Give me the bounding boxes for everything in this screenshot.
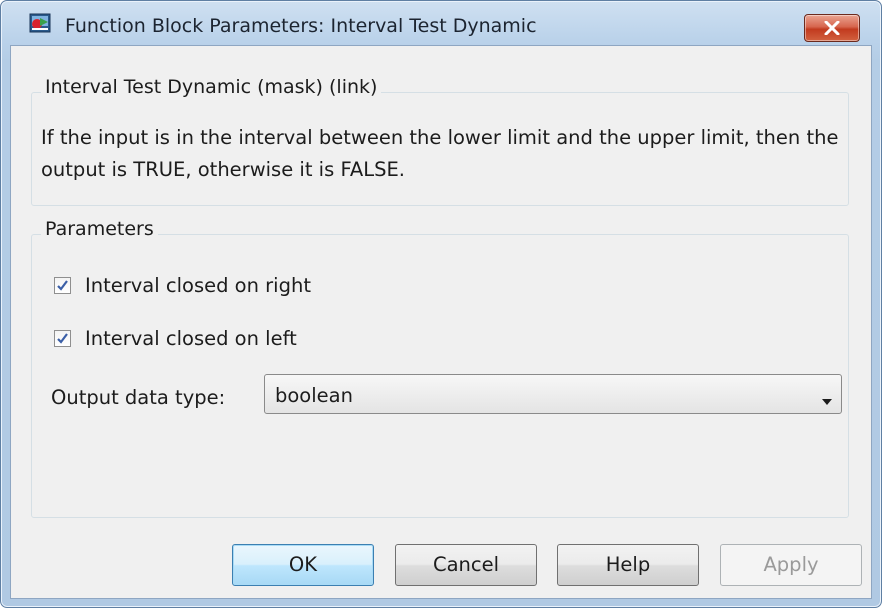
simulink-block-icon [29, 12, 51, 34]
interval-closed-right-checkbox[interactable] [54, 277, 71, 294]
interval-closed-right-label[interactable]: Interval closed on right [85, 274, 311, 297]
dialog-body: Interval Test Dynamic (mask) (link) If t… [10, 45, 872, 599]
help-button[interactable]: Help [557, 544, 699, 586]
parameters-group-label: Parameters [41, 218, 158, 240]
window-title: Function Block Parameters: Interval Test… [65, 15, 537, 37]
title-bar[interactable]: Function Block Parameters: Interval Test… [1, 1, 881, 42]
block-description: If the input is in the interval between … [41, 126, 839, 181]
dialog-window: Function Block Parameters: Interval Test… [0, 0, 882, 608]
description-group-label: Interval Test Dynamic (mask) (link) [41, 76, 382, 98]
output-data-type-label: Output data type: [51, 386, 226, 409]
close-button[interactable] [804, 14, 860, 42]
chevron-down-icon [821, 391, 833, 410]
apply-button[interactable]: Apply [720, 544, 862, 586]
interval-closed-left-label[interactable]: Interval closed on left [85, 327, 297, 350]
ok-button[interactable]: OK [232, 544, 374, 586]
interval-closed-left-checkbox[interactable] [54, 330, 71, 347]
output-data-type-value: boolean [275, 384, 353, 407]
output-data-type-select[interactable]: boolean [264, 374, 842, 414]
cancel-button[interactable]: Cancel [395, 544, 537, 586]
